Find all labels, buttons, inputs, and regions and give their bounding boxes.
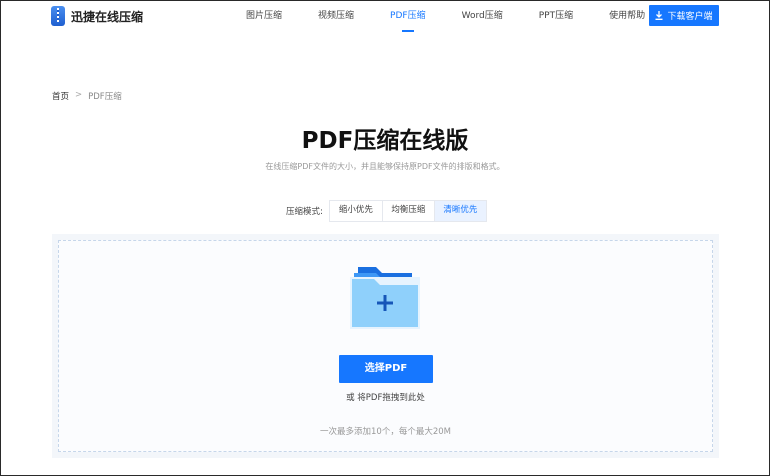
compress-mode-selector: 压缩模式: 缩小优先 均衡压缩 清晰优先 <box>286 200 487 222</box>
logo[interactable]: 迅捷在线压缩 <box>51 6 143 26</box>
main-nav: 图片压缩 视频压缩 PDF压缩 Word压缩 PPT压缩 使用帮助 <box>246 1 681 33</box>
nav-help[interactable]: 使用帮助 <box>609 1 645 33</box>
nav-ppt-compress[interactable]: PPT压缩 <box>539 1 573 33</box>
logo-text: 迅捷在线压缩 <box>71 9 144 24</box>
download-icon <box>655 11 663 20</box>
page-subtitle: 在线压缩PDF文件的大小，并且能够保持原PDF文件的排版和格式。 <box>265 162 505 171</box>
page-content: 首页 > PDF压缩 PDF压缩在线版 在线压缩PDF文件的大小，并且能够保持原… <box>1 33 769 475</box>
zip-logo-icon <box>51 6 65 26</box>
mode-segmented-control: 缩小优先 均衡压缩 清晰优先 <box>328 200 487 222</box>
mode-balanced[interactable]: 均衡压缩 <box>381 201 434 221</box>
dropzone-dashed-area[interactable]: 选择PDF 或 将PDF拖拽到此处 一次最多添加10个，每个最大20M <box>58 240 713 452</box>
drag-hint: 或 将PDF拖拽到此处 <box>346 393 425 403</box>
nav-video-compress[interactable]: 视频压缩 <box>318 1 354 33</box>
select-pdf-button[interactable]: 选择PDF <box>339 355 433 383</box>
breadcrumb-home[interactable]: 首页 <box>52 90 69 102</box>
download-client-button[interactable]: 下载客户端 <box>649 5 719 26</box>
top-header: 迅捷在线压缩 图片压缩 视频压缩 PDF压缩 Word压缩 PPT压缩 使用帮助… <box>1 1 769 33</box>
page-title: PDF压缩在线版 <box>301 128 469 154</box>
nav-pdf-compress[interactable]: PDF压缩 <box>390 1 426 33</box>
browser-frame: 迅捷在线压缩 图片压缩 视频压缩 PDF压缩 Word压缩 PPT压缩 使用帮助… <box>0 0 770 476</box>
compress-mode-label: 压缩模式: <box>286 207 323 217</box>
upload-limit-note: 一次最多添加10个，每个最大20M <box>320 427 451 437</box>
nav-word-compress[interactable]: Word压缩 <box>462 1 503 33</box>
nav-image-compress[interactable]: 图片压缩 <box>246 1 282 33</box>
folder-add-icon <box>350 267 420 329</box>
breadcrumb-current: PDF压缩 <box>88 92 122 102</box>
mode-smaller-first[interactable]: 缩小优先 <box>329 201 382 221</box>
download-client-label: 下载客户端 <box>667 12 713 22</box>
upload-dropzone[interactable]: 选择PDF 或 将PDF拖拽到此处 一次最多添加10个，每个最大20M <box>52 234 719 458</box>
mode-clarity-first[interactable]: 清晰优先 <box>433 201 486 221</box>
breadcrumb-separator: > <box>75 90 83 100</box>
breadcrumb: 首页 > PDF压缩 <box>52 90 122 102</box>
